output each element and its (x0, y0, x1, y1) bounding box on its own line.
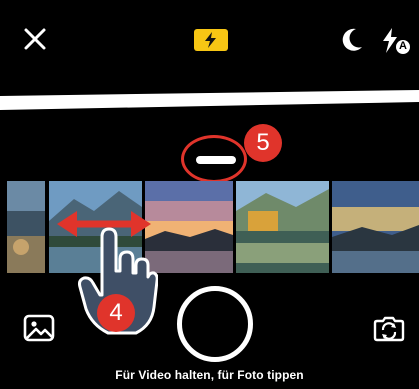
photo-thumbnail[interactable] (332, 181, 419, 273)
photo-thumbnail[interactable] (145, 181, 233, 273)
step-badge-4: 4 (97, 294, 135, 332)
section-divider (0, 90, 419, 110)
annotation-ring (181, 135, 247, 183)
switch-camera-icon[interactable] (372, 311, 406, 345)
flash-auto-label: A (399, 40, 407, 52)
flash-bolt-icon (205, 32, 216, 48)
photo-thumbnail[interactable] (7, 181, 45, 273)
image-gallery-icon[interactable] (22, 311, 56, 345)
photo-thumbnail[interactable] (236, 181, 329, 273)
flash-auto-button[interactable]: A (378, 26, 412, 56)
flash-toggle-button[interactable] (194, 29, 228, 51)
close-icon[interactable] (22, 26, 48, 52)
shutter-button[interactable] (177, 286, 253, 362)
step-badge-5: 5 (244, 124, 282, 162)
moon-icon[interactable] (340, 27, 364, 53)
capture-hint: Für Video halten, für Foto tippen (115, 368, 304, 382)
